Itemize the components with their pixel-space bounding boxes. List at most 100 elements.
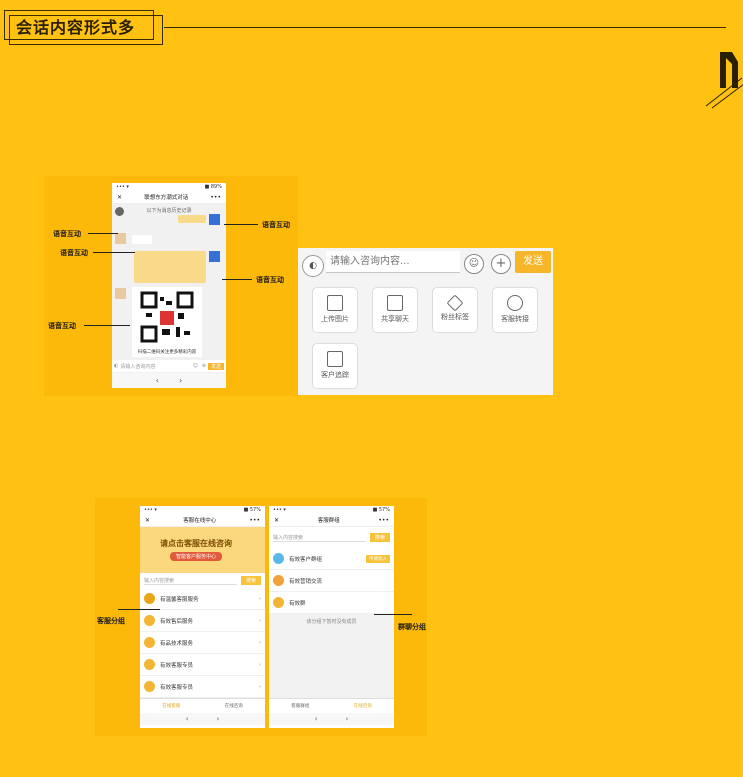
- tool-label: 共享聊天: [381, 315, 409, 323]
- annotation-label: 语音互动: [262, 221, 290, 229]
- service-nav-title: 客服在线中心: [183, 518, 217, 524]
- more-icon[interactable]: •••: [378, 517, 389, 524]
- search-input[interactable]: 输入内容搜索: [273, 534, 366, 542]
- list-item[interactable]: 有效售后服务 ›: [140, 610, 265, 632]
- tool-label: 客户追踪: [321, 371, 349, 379]
- annotation-leader: [118, 609, 160, 610]
- annotation-label: 语音互动: [60, 249, 88, 257]
- status-bar: ••• ▾ ■ 57%: [144, 507, 261, 513]
- browser-nav: ‹ ›: [140, 713, 265, 725]
- emoji-button[interactable]: ☺: [464, 254, 484, 274]
- group-navbar: ✕ 客服群组 •••: [269, 514, 394, 527]
- share-chat-button[interactable]: 共享聊天: [372, 287, 418, 333]
- voice-icon[interactable]: ◐: [114, 363, 118, 369]
- annotation-label: 语音互动: [256, 276, 284, 284]
- empty-group-note: 该分组下暂时没有成员: [269, 614, 394, 698]
- list-item[interactable]: 有效群: [269, 592, 394, 614]
- forward-icon[interactable]: ›: [346, 715, 349, 723]
- status-bar: ••• ▾ ■ 57%: [273, 507, 390, 513]
- back-icon[interactable]: ‹: [156, 376, 159, 385]
- image-icon: [327, 295, 343, 311]
- annotation-leader: [222, 279, 252, 280]
- tool-label: 粉丝标签: [441, 313, 469, 321]
- page-title: 会话内容形式多: [16, 18, 136, 37]
- annotation-leader: [224, 224, 258, 225]
- list-item[interactable]: 有效客服专员 ›: [140, 654, 265, 676]
- chevron-icon: ›: [258, 639, 261, 646]
- plus-button[interactable]: +: [491, 254, 511, 274]
- banner-title: 请点击客服在线咨询: [160, 539, 232, 548]
- plus-icon[interactable]: ⊕: [202, 363, 206, 369]
- avatar: [115, 233, 126, 244]
- tab-online-service[interactable]: 在线客服: [162, 703, 180, 709]
- fan-tag-button[interactable]: 粉丝标签: [432, 287, 478, 333]
- screen-icon: [327, 351, 343, 367]
- list-item-label: 有温馨客服服务: [160, 596, 199, 603]
- chat-phone-mockup: ••• ▾ ■ 89% ✕ 联想东方潮式对话 ••• 以下为消息历史记录 扫描二维…: [112, 183, 226, 388]
- list-item-label: 有效客户群组: [289, 556, 323, 563]
- service-tabbar: 在线客服 在线咨询: [140, 698, 265, 713]
- chat-nav-title: 联想东方潮式对话: [144, 195, 189, 201]
- list-item[interactable]: 有品技术服务 ›: [140, 632, 265, 654]
- close-icon[interactable]: ✕: [274, 517, 279, 524]
- group-phone-mockup: ••• ▾ ■ 57% ✕ 客服群组 ••• 输入内容搜索 搜索 有效客户群组 申请…: [269, 506, 394, 728]
- corner-decoration-icon: [705, 52, 743, 109]
- tab-online-consult[interactable]: 在线咨询: [354, 703, 372, 709]
- tag-icon: [446, 294, 464, 312]
- browser-nav: ‹ ›: [269, 713, 394, 725]
- search-button[interactable]: 搜索: [369, 533, 390, 542]
- message-bubble: [134, 251, 206, 283]
- voice-button[interactable]: ◐: [302, 255, 324, 277]
- back-icon[interactable]: ‹: [315, 715, 318, 723]
- consult-input[interactable]: [326, 251, 460, 273]
- tool-label: 客服转接: [501, 315, 529, 323]
- search-button[interactable]: 搜索: [240, 576, 261, 585]
- customer-track-button[interactable]: 客户追踪: [312, 343, 358, 389]
- screen-icon: [387, 295, 403, 311]
- chat-input-bar: ◐ 请输入咨询内容 ☺ ⊕ 发送: [112, 360, 226, 372]
- annotation-leader: [88, 233, 118, 234]
- forward-icon[interactable]: ›: [217, 715, 220, 723]
- tab-online-consult[interactable]: 在线咨询: [225, 703, 243, 709]
- chat-subtitle: 以下为消息历史记录: [146, 208, 192, 214]
- chevron-icon: ›: [258, 683, 261, 690]
- qr-code-message: 扫描二维码关注更多精彩内容: [132, 287, 202, 357]
- list-item-label: 有效群: [289, 600, 306, 607]
- qr-caption: 扫描二维码关注更多精彩内容: [137, 350, 197, 355]
- close-icon[interactable]: ✕: [145, 517, 150, 524]
- avatar: [209, 251, 220, 262]
- list-item-label: 有效客服专员: [160, 662, 194, 669]
- back-icon[interactable]: ‹: [186, 715, 189, 723]
- list-item[interactable]: 有效客服专员 ›: [140, 676, 265, 698]
- join-button[interactable]: 申请加入: [366, 554, 390, 563]
- avatar: [115, 288, 126, 299]
- emoji-icon[interactable]: ☺: [193, 363, 198, 369]
- avatar: [209, 214, 220, 225]
- chat-input-field[interactable]: 请输入咨询内容: [120, 363, 190, 370]
- more-icon[interactable]: •••: [210, 194, 221, 201]
- list-item-label: 有品技术服务: [160, 640, 194, 647]
- search-input[interactable]: 输入内容搜索: [144, 577, 237, 585]
- chevron-icon: ›: [258, 661, 261, 668]
- tab-group[interactable]: 客服群组: [291, 703, 309, 709]
- list-item[interactable]: 有效客户群组 申请加入: [269, 548, 394, 570]
- list-item[interactable]: 有效营销交流: [269, 570, 394, 592]
- annotation-label: 语音互动: [48, 322, 76, 330]
- list-item-label: 有效营销交流: [289, 578, 323, 585]
- more-icon[interactable]: •••: [249, 517, 260, 524]
- chevron-icon: ›: [258, 617, 261, 624]
- group-tabbar: 客服群组 在线咨询: [269, 698, 394, 713]
- send-button[interactable]: 发送: [515, 251, 551, 273]
- banner-button[interactable]: 智能客户服务中心: [170, 552, 223, 561]
- annotation-label: 语音互动: [53, 230, 81, 238]
- forward-icon[interactable]: ›: [179, 376, 182, 385]
- browser-nav: ‹ ›: [112, 373, 226, 388]
- close-icon[interactable]: ✕: [117, 194, 122, 201]
- list-item[interactable]: 有温馨客服服务 ›: [140, 588, 265, 610]
- send-button[interactable]: 发送: [207, 362, 224, 370]
- upload-image-button[interactable]: 上传图片: [312, 287, 358, 333]
- transfer-service-button[interactable]: 客服转接: [492, 287, 538, 333]
- annotation-label: 客服分组: [97, 617, 125, 625]
- service-banner: 请点击客服在线咨询 智能客户服务中心: [140, 527, 265, 573]
- annotation-leader: [93, 252, 135, 253]
